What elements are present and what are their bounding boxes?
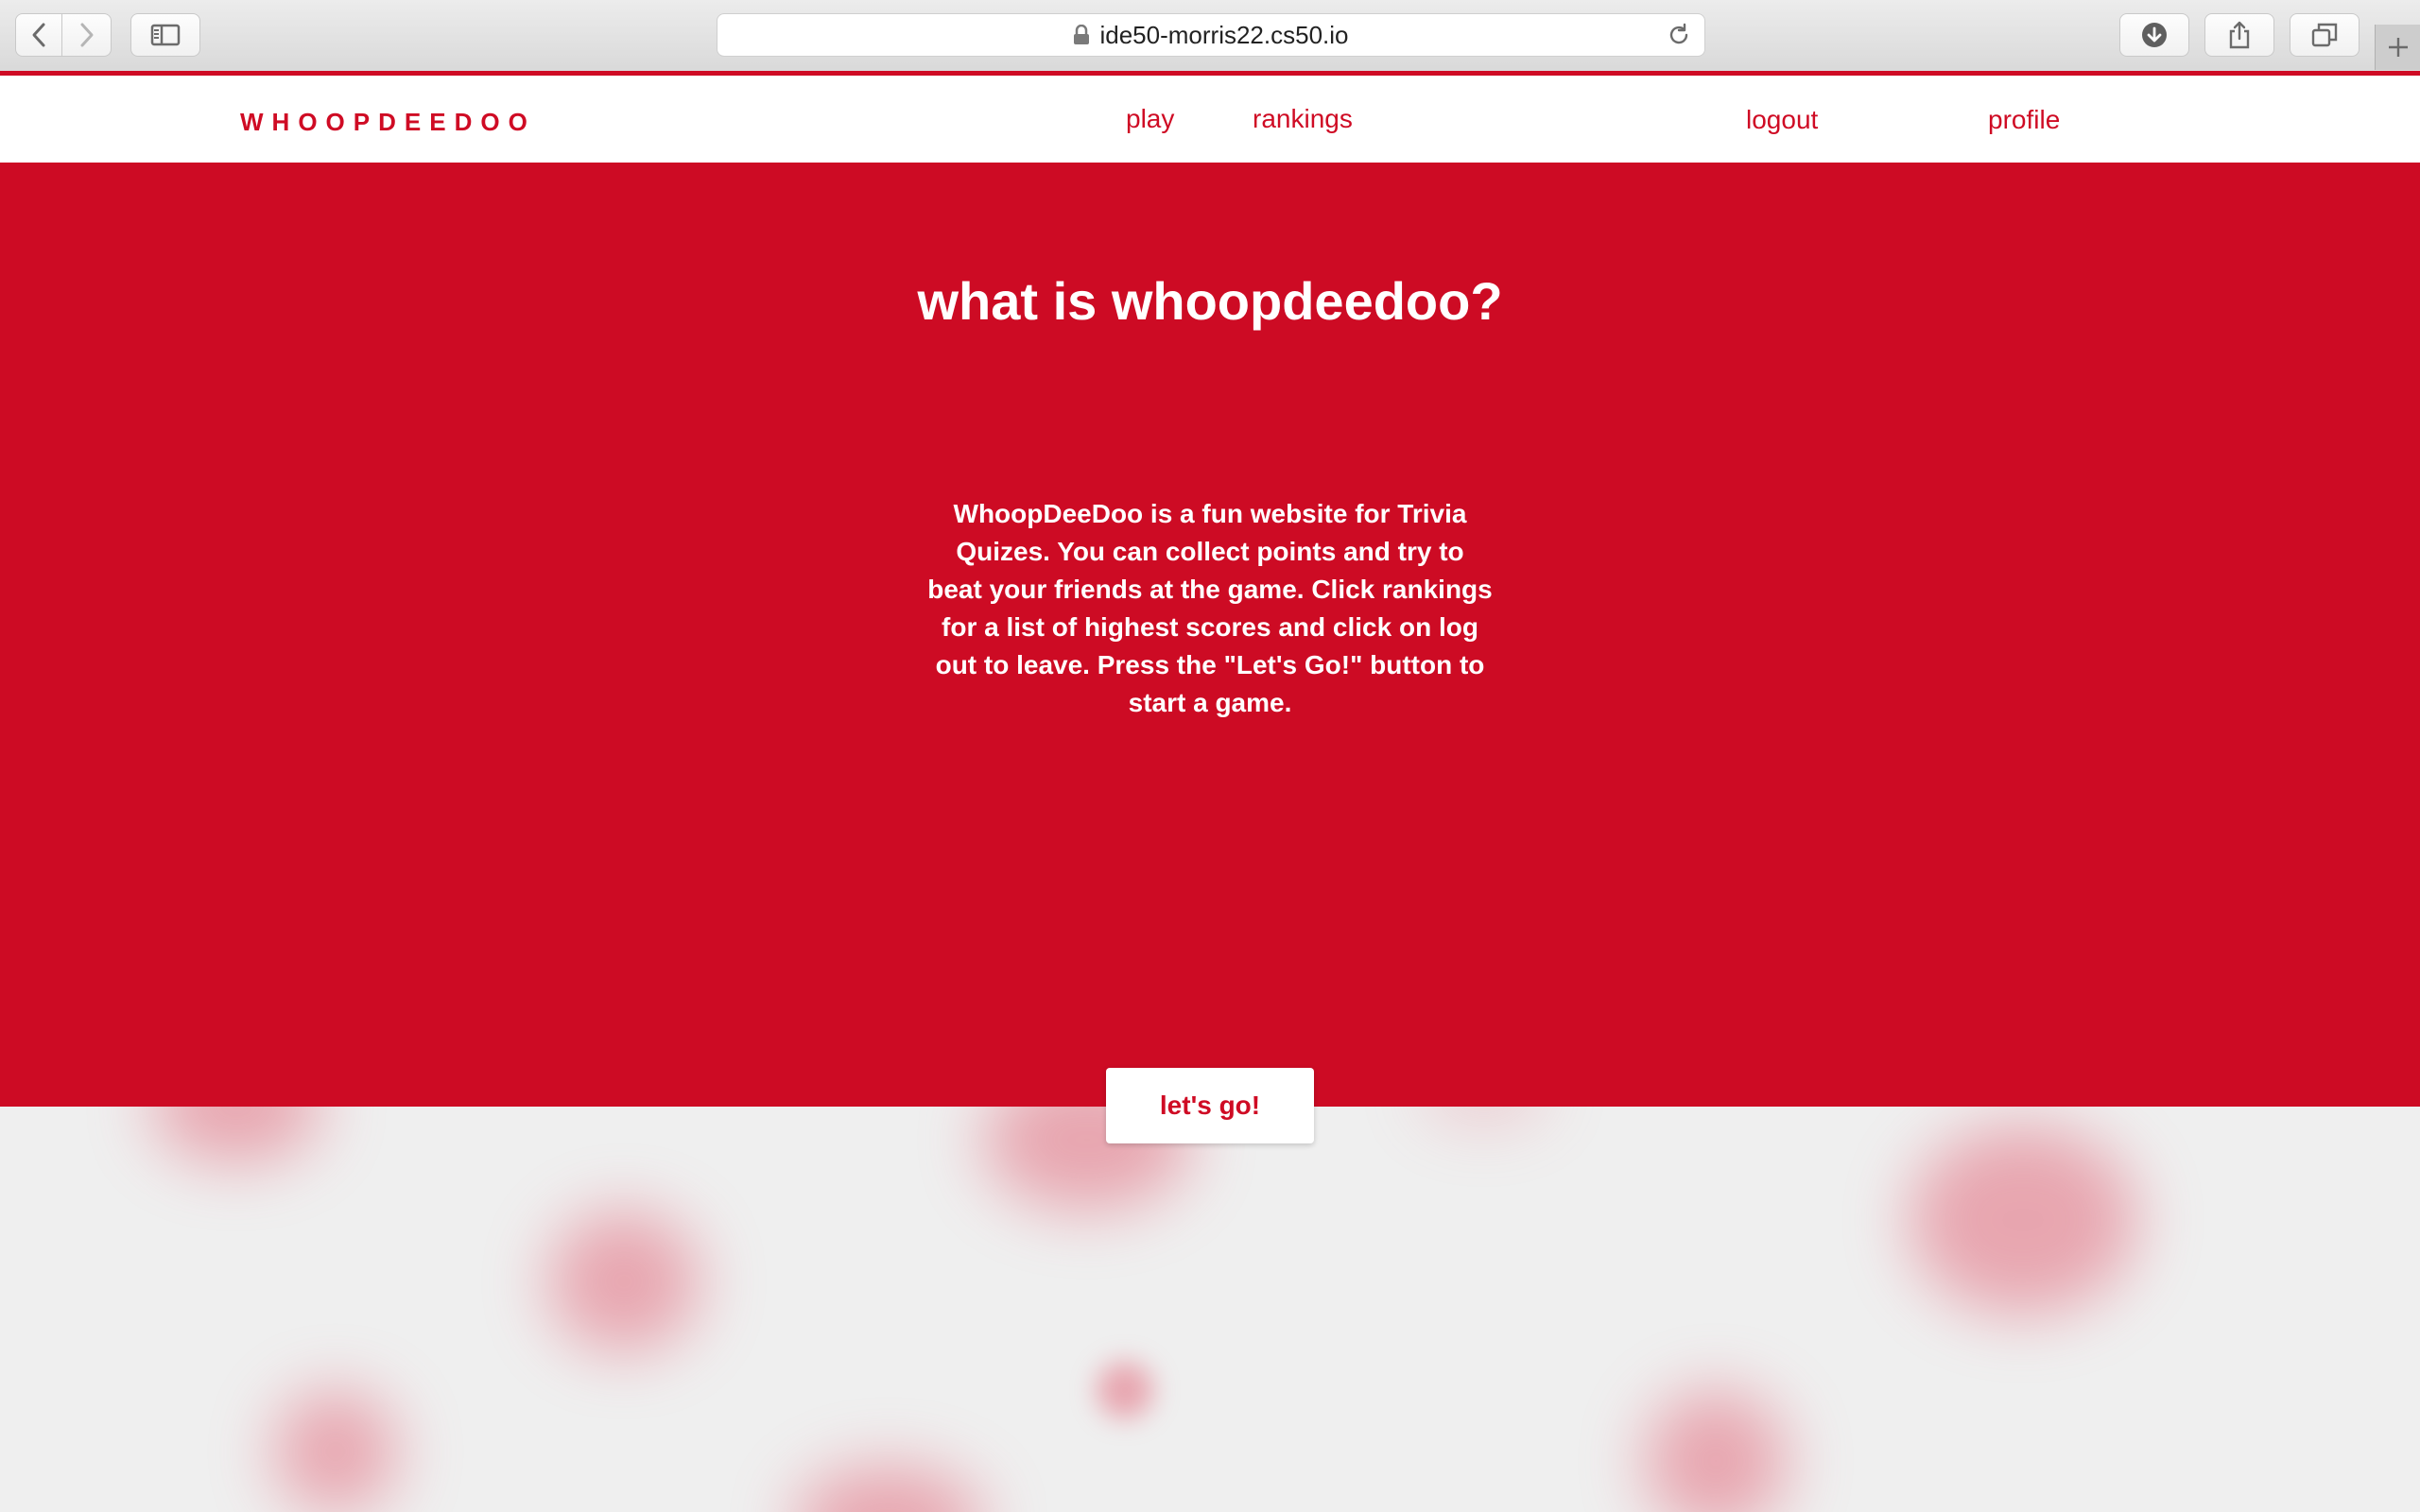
sidebar-toggle-button[interactable] [130,13,200,57]
share-button[interactable] [2204,13,2274,57]
address-bar[interactable]: ide50-morris22.cs50.io [717,13,1705,57]
lock-icon [1073,25,1090,45]
forward-button[interactable] [62,13,112,57]
sidebar-icon [150,24,181,46]
nav-profile-link[interactable]: profile [1988,105,2060,135]
hero-description: WhoopDeeDoo is a fun website for Trivia … [927,499,1493,717]
decorative-blob [1645,1390,1787,1512]
download-icon [2142,23,2167,47]
browser-toolbar: ide50-morris22.cs50.io [0,0,2420,73]
hero-section: what is whoopdeedoo? WhoopDeeDoo is a fu… [0,163,2420,1107]
decorative-blob [548,1211,700,1352]
reload-icon[interactable] [1667,23,1691,54]
decorative-blob [794,1466,983,1512]
chevron-left-icon [32,23,45,47]
nav-play-link[interactable]: play [1126,104,1174,134]
tab-overview-button[interactable] [2290,13,2360,57]
decorative-blob [1910,1125,2136,1314]
plus-icon [2389,38,2408,57]
brand-logo[interactable]: WHOOPDEEDOO [240,108,536,137]
chevron-right-icon [80,23,93,47]
decorative-blob [151,1107,321,1163]
nav-rankings-link[interactable]: rankings [1253,104,1353,134]
decorative-background [0,1107,2420,1512]
hero-title: what is whoopdeedoo? [917,271,1503,331]
downloads-button[interactable] [2119,13,2189,57]
share-icon [2229,21,2250,49]
lets-go-button[interactable]: let's go! [1106,1068,1314,1143]
decorative-blob [1097,1362,1153,1418]
url-text: ide50-morris22.cs50.io [1099,20,1349,49]
tabs-icon [2311,23,2338,47]
site-navbar: WHOOPDEEDOO play rankings logout profile [0,76,2420,163]
decorative-blob [274,1390,397,1512]
decorative-blob [1418,1107,1550,1125]
new-tab-button[interactable] [2375,25,2420,70]
nav-logout-link[interactable]: logout [1746,105,1818,135]
back-button[interactable] [15,13,62,57]
